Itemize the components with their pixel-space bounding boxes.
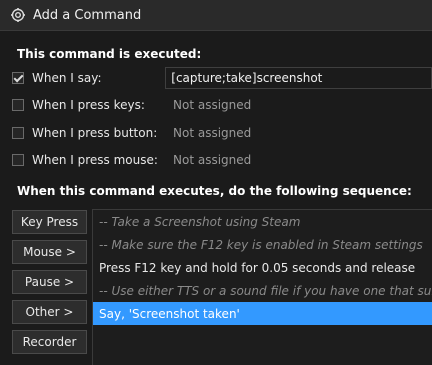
- when-i-press-mouse-checkbox[interactable]: [12, 154, 24, 166]
- when-i-say-checkbox[interactable]: [12, 72, 24, 84]
- when-i-press-mouse-row: When I press mouse: Not assigned: [12, 149, 432, 171]
- mouse-value: Not assigned: [173, 153, 252, 167]
- sequence-item[interactable]: -- Take a Screenshot using Steam: [93, 210, 432, 233]
- when-i-say-label: When I say:: [32, 71, 102, 85]
- key-press-button[interactable]: Key Press: [12, 210, 87, 234]
- app-gear-icon: [10, 7, 26, 23]
- when-i-press-keys-checkbox[interactable]: [12, 99, 24, 111]
- sequence-section-heading: When this command executes, do the follo…: [17, 184, 412, 198]
- when-i-press-keys-row: When I press keys: Not assigned: [12, 94, 432, 116]
- pause-button[interactable]: Pause >: [12, 270, 87, 294]
- when-i-press-button-label: When I press button:: [32, 126, 158, 140]
- recorder-button[interactable]: Recorder: [12, 330, 87, 354]
- when-i-press-button-row: When I press button: Not assigned: [12, 122, 432, 144]
- button-value: Not assigned: [173, 126, 252, 140]
- mouse-button[interactable]: Mouse >: [12, 240, 87, 264]
- sequence-item[interactable]: Press F12 key and hold for 0.05 seconds …: [93, 256, 432, 279]
- other-button[interactable]: Other >: [12, 300, 87, 324]
- voice-phrase-input[interactable]: [capture;take]screenshot: [165, 67, 432, 89]
- sequence-item[interactable]: -- Use either TTS or a sound file if you…: [93, 279, 432, 302]
- title-bar: Add a Command: [0, 0, 432, 31]
- when-i-press-button-checkbox[interactable]: [12, 127, 24, 139]
- window-title: Add a Command: [33, 7, 142, 23]
- trigger-section-heading: This command is executed:: [17, 47, 202, 61]
- when-i-say-row: When I say: [capture;take]screenshot: [12, 67, 432, 89]
- sequence-item-selected[interactable]: Say, 'Screenshot taken': [93, 302, 432, 325]
- sequence-item[interactable]: -- Make sure the F12 key is enabled in S…: [93, 233, 432, 256]
- action-sequence-list[interactable]: -- Take a Screenshot using Steam -- Make…: [92, 209, 432, 365]
- when-i-press-mouse-label: When I press mouse:: [32, 153, 158, 167]
- when-i-press-keys-label: When I press keys:: [32, 98, 145, 112]
- keys-value: Not assigned: [173, 98, 252, 112]
